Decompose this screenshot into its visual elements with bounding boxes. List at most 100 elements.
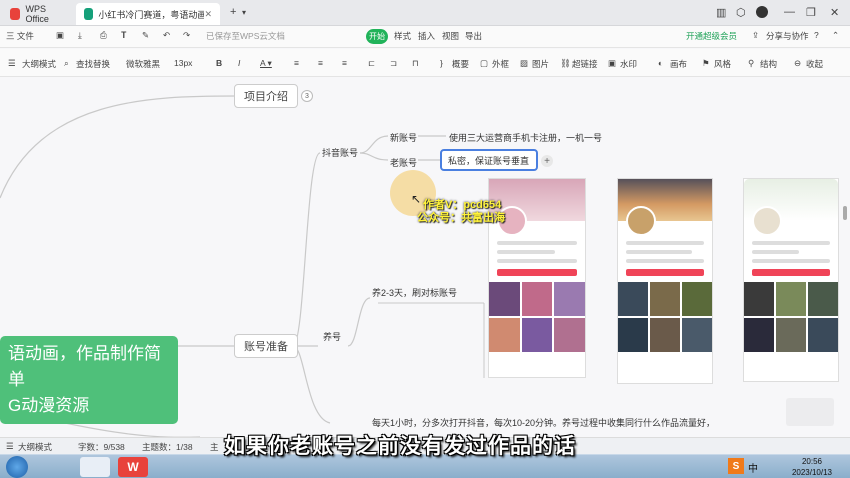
sibling-topic-icon[interactable]: ⊐ <box>390 58 397 69</box>
taskbar-app-browser[interactable] <box>80 457 110 477</box>
download-icon[interactable]: ⤓ <box>78 30 82 41</box>
account-watermark: 公众号：共富出海 <box>417 212 505 224</box>
upgrade-link[interactable]: 开通超级会员 <box>686 30 737 42</box>
node-new-account[interactable]: 新账号 <box>390 131 417 144</box>
mindmap-canvas[interactable]: 项目介绍 3 语动画，作品制作简单 G动漫资源 账号准备 抖音账号 新账号 使用… <box>0 78 850 437</box>
menu-export[interactable]: 导出 <box>465 30 482 42</box>
collapse-ribbon-icon[interactable]: ⌃ <box>832 30 839 41</box>
font-color-button[interactable]: A ▾ <box>260 58 272 69</box>
outline-mode-button[interactable]: 大纲模式 <box>22 58 56 70</box>
image-button[interactable]: 图片 <box>532 58 549 70</box>
help-icon[interactable]: ? <box>814 30 819 40</box>
tab-label: WPS Office <box>25 4 49 24</box>
share-icon[interactable]: ⇪ <box>752 30 759 41</box>
node-project-intro[interactable]: 项目介绍 <box>234 84 298 108</box>
word-count: 字数：9/538 <box>78 442 125 452</box>
minimize-icon[interactable]: — <box>784 6 795 18</box>
frame-button[interactable]: 外框 <box>492 58 509 70</box>
align-right-icon[interactable]: ≡ <box>342 58 347 68</box>
align-center-icon[interactable]: ≡ <box>318 58 323 68</box>
topic-prefix: 主 <box>210 442 219 452</box>
bold-button[interactable]: B <box>216 58 222 68</box>
new-tab-button[interactable]: + <box>230 6 236 18</box>
watermark-icon: ▣ <box>608 58 617 68</box>
collapse-button[interactable]: 收起 <box>806 58 823 70</box>
collapsed-count-badge[interactable]: 3 <box>301 90 313 102</box>
node-nurture[interactable]: 养号 <box>323 330 341 343</box>
screenshot-profile-2[interactable] <box>617 178 713 384</box>
saved-status: 已保存至WPS云文档 <box>206 31 285 41</box>
canvas-icon: ◐ <box>658 58 664 68</box>
topic-count: 主题数：1/38 <box>142 442 193 452</box>
taskbar-app-wps[interactable]: W <box>118 457 148 477</box>
tab-label: 小红书冷门赛道，粤语动画，作品 <box>98 9 205 20</box>
align-left-icon[interactable]: ≡ <box>294 58 299 68</box>
menu-insert[interactable]: 插入 <box>418 30 435 42</box>
find-icon: ⌕ <box>64 58 69 68</box>
close-window-icon[interactable]: ✕ <box>830 6 839 19</box>
layout-icon[interactable]: ▥ <box>716 6 726 19</box>
canvas-button[interactable]: 画布 <box>670 58 687 70</box>
tab-dropdown-icon[interactable]: ▾ <box>242 8 246 17</box>
node-old-account-desc-selected[interactable]: 私密，保证账号垂直 <box>440 149 538 171</box>
find-replace-button[interactable]: 查找替换 <box>76 58 110 70</box>
mouse-cursor-icon: ↖ <box>411 192 422 206</box>
close-tab-icon[interactable]: ✕ <box>204 9 212 20</box>
style-icon: ⚑ <box>702 58 710 68</box>
link-icon: ⛓ <box>560 58 571 68</box>
status-outline-mode[interactable]: 大纲模式 <box>18 441 52 453</box>
node-nurture-desc[interactable]: 养2-3天，刷对标账号 <box>372 286 457 299</box>
format-toolbar: ☰ 大纲模式 ⌕ 查找替换 微软雅黑 13px B I A ▾ ≡ ≡ ≡ ⊏ … <box>0 49 850 77</box>
file-menu[interactable]: 三 文件 <box>6 30 34 42</box>
clear-format-icon[interactable]: ✎ <box>142 30 149 41</box>
child-topic-icon[interactable]: ⊏ <box>368 58 375 69</box>
system-clock[interactable]: 20:56 2023/10/13 <box>792 456 832 478</box>
restore-icon[interactable]: ❐ <box>806 6 816 19</box>
italic-button[interactable]: I <box>238 58 240 68</box>
structure-button[interactable]: 结构 <box>760 58 777 70</box>
share-button[interactable]: 分享与协作 <box>766 30 809 42</box>
sogou-ime-icon[interactable]: S <box>728 458 744 474</box>
package-icon[interactable]: ⬡ <box>736 6 746 19</box>
node-daily-desc[interactable]: 每天1小时，分多次打开抖音，每次10-20分钟。养号过程中收集同行什么作品流量好… <box>372 416 715 429</box>
structure-icon: ⚲ <box>748 58 755 68</box>
font-select[interactable]: 微软雅黑 <box>126 58 160 70</box>
screenshot-profile-1[interactable] <box>488 178 586 378</box>
node-old-account[interactable]: 老账号 <box>390 156 417 169</box>
node-account-prep[interactable]: 账号准备 <box>234 334 298 358</box>
redo-icon[interactable]: ↷ <box>183 30 190 41</box>
start-button[interactable] <box>6 456 28 478</box>
central-topic-line2: G动漫资源 <box>8 396 90 415</box>
minimap[interactable] <box>786 398 834 426</box>
tab-wps-home[interactable]: WPS Office <box>2 3 74 25</box>
tab-document[interactable]: 小红书冷门赛道，粤语动画，作品 ✕ <box>76 3 220 25</box>
hyperlink-button[interactable]: 超链接 <box>572 58 598 70</box>
menu-view[interactable]: 视图 <box>442 30 459 42</box>
undo-icon[interactable]: ↶ <box>163 30 170 41</box>
wps-logo-icon <box>10 8 21 20</box>
node-douyin-account[interactable]: 抖音账号 <box>322 146 358 159</box>
parent-topic-icon[interactable]: ⊓ <box>412 58 419 69</box>
ime-mode[interactable]: 中 <box>748 460 758 475</box>
collapse-icon: ⊖ <box>794 58 802 68</box>
print-icon[interactable]: ⎙ <box>100 30 107 41</box>
central-topic-line1: 语动画，作品制作简单 <box>8 344 161 389</box>
summary-button[interactable]: 概要 <box>452 58 469 70</box>
outline-mode-icon: ☰ <box>8 58 16 68</box>
vertical-scrollbar[interactable] <box>843 206 847 220</box>
user-avatar[interactable] <box>756 6 768 18</box>
add-topic-icon[interactable]: + <box>541 155 553 167</box>
font-size-select[interactable]: 13px <box>174 58 192 68</box>
style-button[interactable]: 风格 <box>714 58 731 70</box>
screenshot-profile-3[interactable] <box>743 178 839 382</box>
image-icon: ▨ <box>520 58 529 68</box>
save-icon[interactable]: ▣ <box>56 30 64 41</box>
menu-bar: 三 文件 ▣ ⤓ ⎙ 𝐓 ✎ ↶ ↷ 已保存至WPS云文档 开始 样式 插入 视… <box>0 26 850 48</box>
watermark-button[interactable]: 水印 <box>620 58 637 70</box>
node-central-topic[interactable]: 语动画，作品制作简单 G动漫资源 <box>0 336 178 424</box>
menu-start[interactable]: 开始 <box>366 29 388 44</box>
format-painter-icon[interactable]: 𝐓 <box>121 30 126 41</box>
title-bar: WPS Office 小红书冷门赛道，粤语动画，作品 ✕ + ▾ ▥ ⬡ — ❐… <box>0 0 850 26</box>
menu-style[interactable]: 样式 <box>394 30 411 42</box>
node-new-account-desc[interactable]: 使用三大运营商手机卡注册，一机一号 <box>449 131 602 144</box>
